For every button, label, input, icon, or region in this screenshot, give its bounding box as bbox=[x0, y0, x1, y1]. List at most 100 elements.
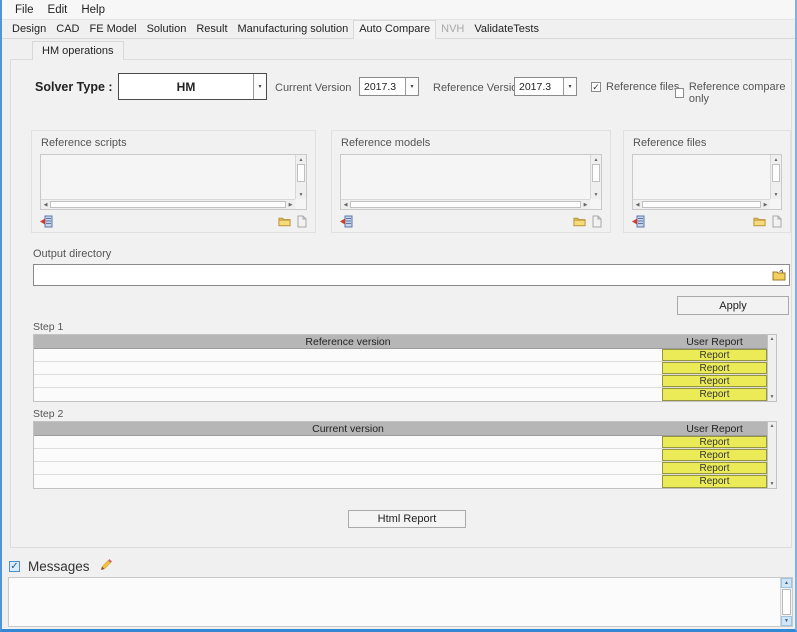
vertical-scrollbar[interactable]: ▲ ▼ bbox=[780, 578, 792, 626]
messages-textarea[interactable] bbox=[9, 578, 779, 626]
open-file-icon[interactable] bbox=[772, 215, 782, 228]
menu-help[interactable]: Help bbox=[74, 2, 112, 18]
scroll-up-icon[interactable]: ▲ bbox=[768, 422, 776, 430]
chevron-down-icon[interactable]: ▾ bbox=[405, 78, 418, 95]
reference-version-label: Reference Version bbox=[433, 82, 524, 94]
report-button[interactable]: Report bbox=[662, 436, 767, 448]
reference-files-title: Reference files bbox=[633, 137, 706, 149]
tab-nvh[interactable]: NVH bbox=[436, 21, 469, 38]
report-button[interactable]: Report bbox=[662, 388, 767, 401]
reference-files-checkbox[interactable]: ✓ Reference files bbox=[591, 81, 679, 93]
scroll-right-icon[interactable]: ▶ bbox=[286, 200, 295, 209]
horizontal-scrollbar[interactable]: ◀ ▶ bbox=[341, 199, 590, 209]
report-button[interactable]: Report bbox=[662, 375, 767, 387]
messages-checkbox[interactable]: ✓ bbox=[9, 561, 20, 572]
report-button[interactable]: Report bbox=[662, 362, 767, 374]
reference-scripts-group: Reference scripts ▲ ▼ ◀ ▶ bbox=[31, 130, 316, 233]
scroll-left-icon[interactable]: ◀ bbox=[341, 200, 350, 209]
report-button[interactable]: Report bbox=[662, 462, 767, 474]
reference-models-group: Reference models ▲ ▼ ◀ ▶ bbox=[331, 130, 611, 233]
table-row[interactable]: Report bbox=[34, 462, 767, 475]
scrollbar-thumb[interactable] bbox=[592, 164, 600, 182]
table-row[interactable]: Report bbox=[34, 475, 767, 488]
scrollbar-thumb[interactable] bbox=[782, 589, 791, 615]
tab-manufacturing-solution[interactable]: Manufacturing solution bbox=[233, 21, 354, 38]
tab-cad[interactable]: CAD bbox=[51, 21, 84, 38]
vertical-scrollbar[interactable]: ▲ ▼ bbox=[768, 334, 777, 402]
tab-auto-compare[interactable]: Auto Compare bbox=[353, 20, 436, 39]
table-row[interactable]: Report bbox=[34, 449, 767, 462]
scroll-down-icon[interactable]: ▼ bbox=[781, 616, 792, 626]
table-row[interactable]: Report bbox=[34, 362, 767, 375]
tab-validatetests[interactable]: ValidateTests bbox=[469, 21, 544, 38]
tab-design[interactable]: Design bbox=[7, 21, 51, 38]
reference-version-combobox[interactable]: 2017.3 ▾ bbox=[514, 77, 577, 96]
table-row[interactable]: Report bbox=[34, 375, 767, 388]
output-directory-input[interactable] bbox=[34, 265, 769, 285]
tab-result[interactable]: Result bbox=[191, 21, 232, 38]
reference-models-listbox[interactable]: ▲ ▼ ◀ ▶ bbox=[340, 154, 602, 210]
remove-item-icon[interactable] bbox=[40, 215, 53, 228]
current-version-combobox[interactable]: 2017.3 ▾ bbox=[359, 77, 419, 96]
subtab-hm-operations[interactable]: HM operations bbox=[32, 41, 124, 60]
scrollbar-thumb[interactable] bbox=[297, 164, 305, 182]
table-row[interactable]: Report bbox=[34, 436, 767, 449]
open-file-icon[interactable] bbox=[592, 215, 602, 228]
report-button[interactable]: Report bbox=[662, 449, 767, 461]
scroll-left-icon[interactable]: ◀ bbox=[633, 200, 642, 209]
scroll-right-icon[interactable]: ▶ bbox=[761, 200, 770, 209]
step2-table-header: Current version User Report bbox=[34, 422, 767, 436]
menu-file[interactable]: File bbox=[8, 2, 41, 18]
reference-scripts-toolbar bbox=[40, 214, 307, 229]
step2-label: Step 2 bbox=[33, 408, 63, 420]
output-directory-field bbox=[33, 264, 790, 286]
reference-models-toolbar bbox=[340, 214, 602, 229]
vertical-scrollbar[interactable]: ▲ ▼ bbox=[590, 155, 601, 199]
scroll-down-icon[interactable]: ▼ bbox=[591, 190, 601, 199]
open-folder-icon[interactable] bbox=[573, 216, 586, 227]
chevron-down-icon[interactable]: ▾ bbox=[253, 74, 266, 99]
scrollbar-thumb[interactable] bbox=[50, 201, 286, 208]
scroll-up-icon[interactable]: ▲ bbox=[771, 155, 781, 164]
solver-type-combobox[interactable]: HM ▾ bbox=[118, 73, 267, 100]
vertical-scrollbar[interactable]: ▲ ▼ bbox=[770, 155, 781, 199]
open-folder-icon[interactable] bbox=[278, 216, 291, 227]
scroll-right-icon[interactable]: ▶ bbox=[581, 200, 590, 209]
scrollbar-thumb[interactable] bbox=[642, 201, 761, 208]
scroll-up-icon[interactable]: ▲ bbox=[296, 155, 306, 164]
vertical-scrollbar[interactable]: ▲ ▼ bbox=[768, 421, 777, 489]
scroll-left-icon[interactable]: ◀ bbox=[41, 200, 50, 209]
scrollbar-thumb[interactable] bbox=[350, 201, 581, 208]
scroll-up-icon[interactable]: ▲ bbox=[591, 155, 601, 164]
edit-pencil-icon[interactable] bbox=[98, 557, 112, 576]
reference-compare-only-checkbox[interactable]: Reference compare only bbox=[675, 81, 791, 105]
reference-files-listbox[interactable]: ▲ ▼ ◀ ▶ bbox=[632, 154, 782, 210]
scroll-down-icon[interactable]: ▼ bbox=[771, 190, 781, 199]
open-file-icon[interactable] bbox=[297, 215, 307, 228]
horizontal-scrollbar[interactable]: ◀ ▶ bbox=[633, 199, 770, 209]
scroll-down-icon[interactable]: ▼ bbox=[768, 393, 776, 401]
chevron-down-icon[interactable]: ▾ bbox=[563, 78, 576, 95]
menu-edit[interactable]: Edit bbox=[41, 2, 75, 18]
remove-item-icon[interactable] bbox=[340, 215, 353, 228]
scroll-down-icon[interactable]: ▼ bbox=[768, 480, 776, 488]
tab-fe-model[interactable]: FE Model bbox=[84, 21, 141, 38]
browse-folder-icon[interactable] bbox=[769, 269, 789, 281]
html-report-button[interactable]: Html Report bbox=[348, 510, 466, 528]
horizontal-scrollbar[interactable]: ◀ ▶ bbox=[41, 199, 295, 209]
hm-operations-panel: Solver Type : HM ▾ Current Version 2017.… bbox=[10, 59, 792, 548]
scroll-down-icon[interactable]: ▼ bbox=[296, 190, 306, 199]
tab-solution[interactable]: Solution bbox=[142, 21, 192, 38]
report-button[interactable]: Report bbox=[662, 475, 767, 488]
scrollbar-thumb[interactable] bbox=[772, 164, 780, 182]
scroll-up-icon[interactable]: ▲ bbox=[781, 578, 792, 588]
table-row[interactable]: Report bbox=[34, 388, 767, 401]
scroll-up-icon[interactable]: ▲ bbox=[768, 335, 776, 343]
apply-button[interactable]: Apply bbox=[677, 296, 789, 315]
open-folder-icon[interactable] bbox=[753, 216, 766, 227]
report-button[interactable]: Report bbox=[662, 349, 767, 361]
table-row[interactable]: Report bbox=[34, 349, 767, 362]
reference-scripts-listbox[interactable]: ▲ ▼ ◀ ▶ bbox=[40, 154, 307, 210]
vertical-scrollbar[interactable]: ▲ ▼ bbox=[295, 155, 306, 199]
remove-item-icon[interactable] bbox=[632, 215, 645, 228]
